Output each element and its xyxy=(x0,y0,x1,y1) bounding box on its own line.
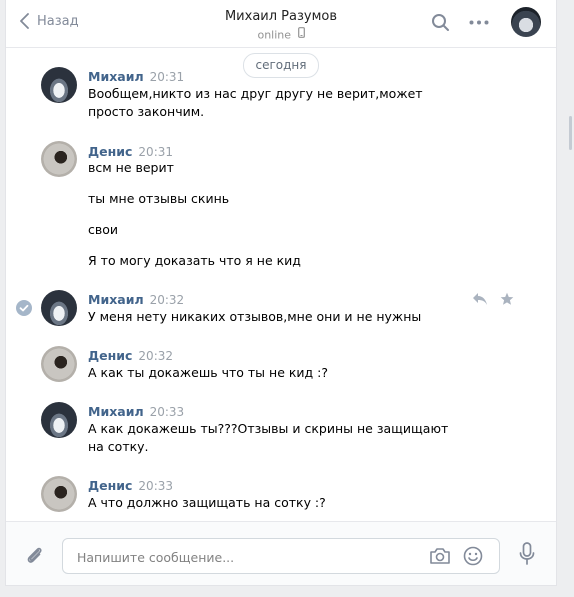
avatar[interactable] xyxy=(41,67,77,103)
avatar[interactable] xyxy=(41,476,77,512)
emoji-icon[interactable] xyxy=(463,546,483,566)
author-name[interactable]: Денис 20:32 xyxy=(88,348,173,363)
message-text: А как докажешь ты???Отзывы и скрины не з… xyxy=(88,421,449,454)
chat-header: Назад Михаил Разумов online xyxy=(6,0,556,48)
scrollbar[interactable] xyxy=(569,116,572,150)
more-icon[interactable] xyxy=(469,20,489,25)
status-text: online xyxy=(257,28,292,42)
author-name[interactable]: Денис 20:31 xyxy=(88,144,173,159)
message-text: всм не верит xyxy=(88,160,174,175)
author-name[interactable]: Денис 20:33 xyxy=(88,478,173,493)
author-name[interactable]: Михаил 20:31 xyxy=(88,69,184,84)
message-text: У меня нету никаких отзывов,мне они и не… xyxy=(88,309,422,324)
date-divider: сегодня xyxy=(243,53,319,78)
chat-panel: Назад Михаил Разумов online сегодня Миха… xyxy=(5,0,557,586)
message-input-wrapper xyxy=(62,538,500,575)
message-input[interactable] xyxy=(75,539,419,575)
select-checkbox[interactable] xyxy=(16,300,32,316)
star-icon[interactable] xyxy=(500,292,514,306)
camera-icon[interactable] xyxy=(429,547,451,565)
message-time: 20:33 xyxy=(149,405,185,419)
check-icon xyxy=(19,304,29,312)
message-time: 20:31 xyxy=(138,145,174,159)
avatar[interactable] xyxy=(41,346,77,382)
message-composer xyxy=(6,521,556,585)
microphone-icon[interactable] xyxy=(519,542,535,566)
message-time: 20:33 xyxy=(138,479,174,493)
message-text: ты мне отзывы скинь xyxy=(88,191,230,206)
avatar[interactable] xyxy=(41,290,77,326)
message-text: Вообщем,никто из нас друг другу не верит… xyxy=(88,86,423,119)
message-text: А как ты докажешь что ты не кид :? xyxy=(88,365,328,380)
message-time: 20:31 xyxy=(149,70,185,84)
mobile-phone-icon xyxy=(297,27,305,38)
message-actions xyxy=(472,292,514,306)
message-text: Я то могу доказать что я не кид xyxy=(88,253,301,268)
avatar[interactable] xyxy=(41,402,77,438)
message-time: 20:32 xyxy=(138,349,174,363)
search-icon[interactable] xyxy=(431,13,450,32)
message-text: А что должно защищать на сотку :? xyxy=(88,495,326,510)
reply-icon[interactable] xyxy=(472,292,488,306)
paperclip-icon[interactable] xyxy=(25,545,45,565)
message-text: свои xyxy=(88,222,119,237)
avatar[interactable] xyxy=(41,141,77,177)
contact-avatar[interactable] xyxy=(511,7,541,37)
author-name[interactable]: Михаил 20:32 xyxy=(88,292,184,307)
online-status: online xyxy=(6,27,556,42)
author-name[interactable]: Михаил 20:33 xyxy=(88,404,184,419)
message-time: 20:32 xyxy=(149,293,185,307)
